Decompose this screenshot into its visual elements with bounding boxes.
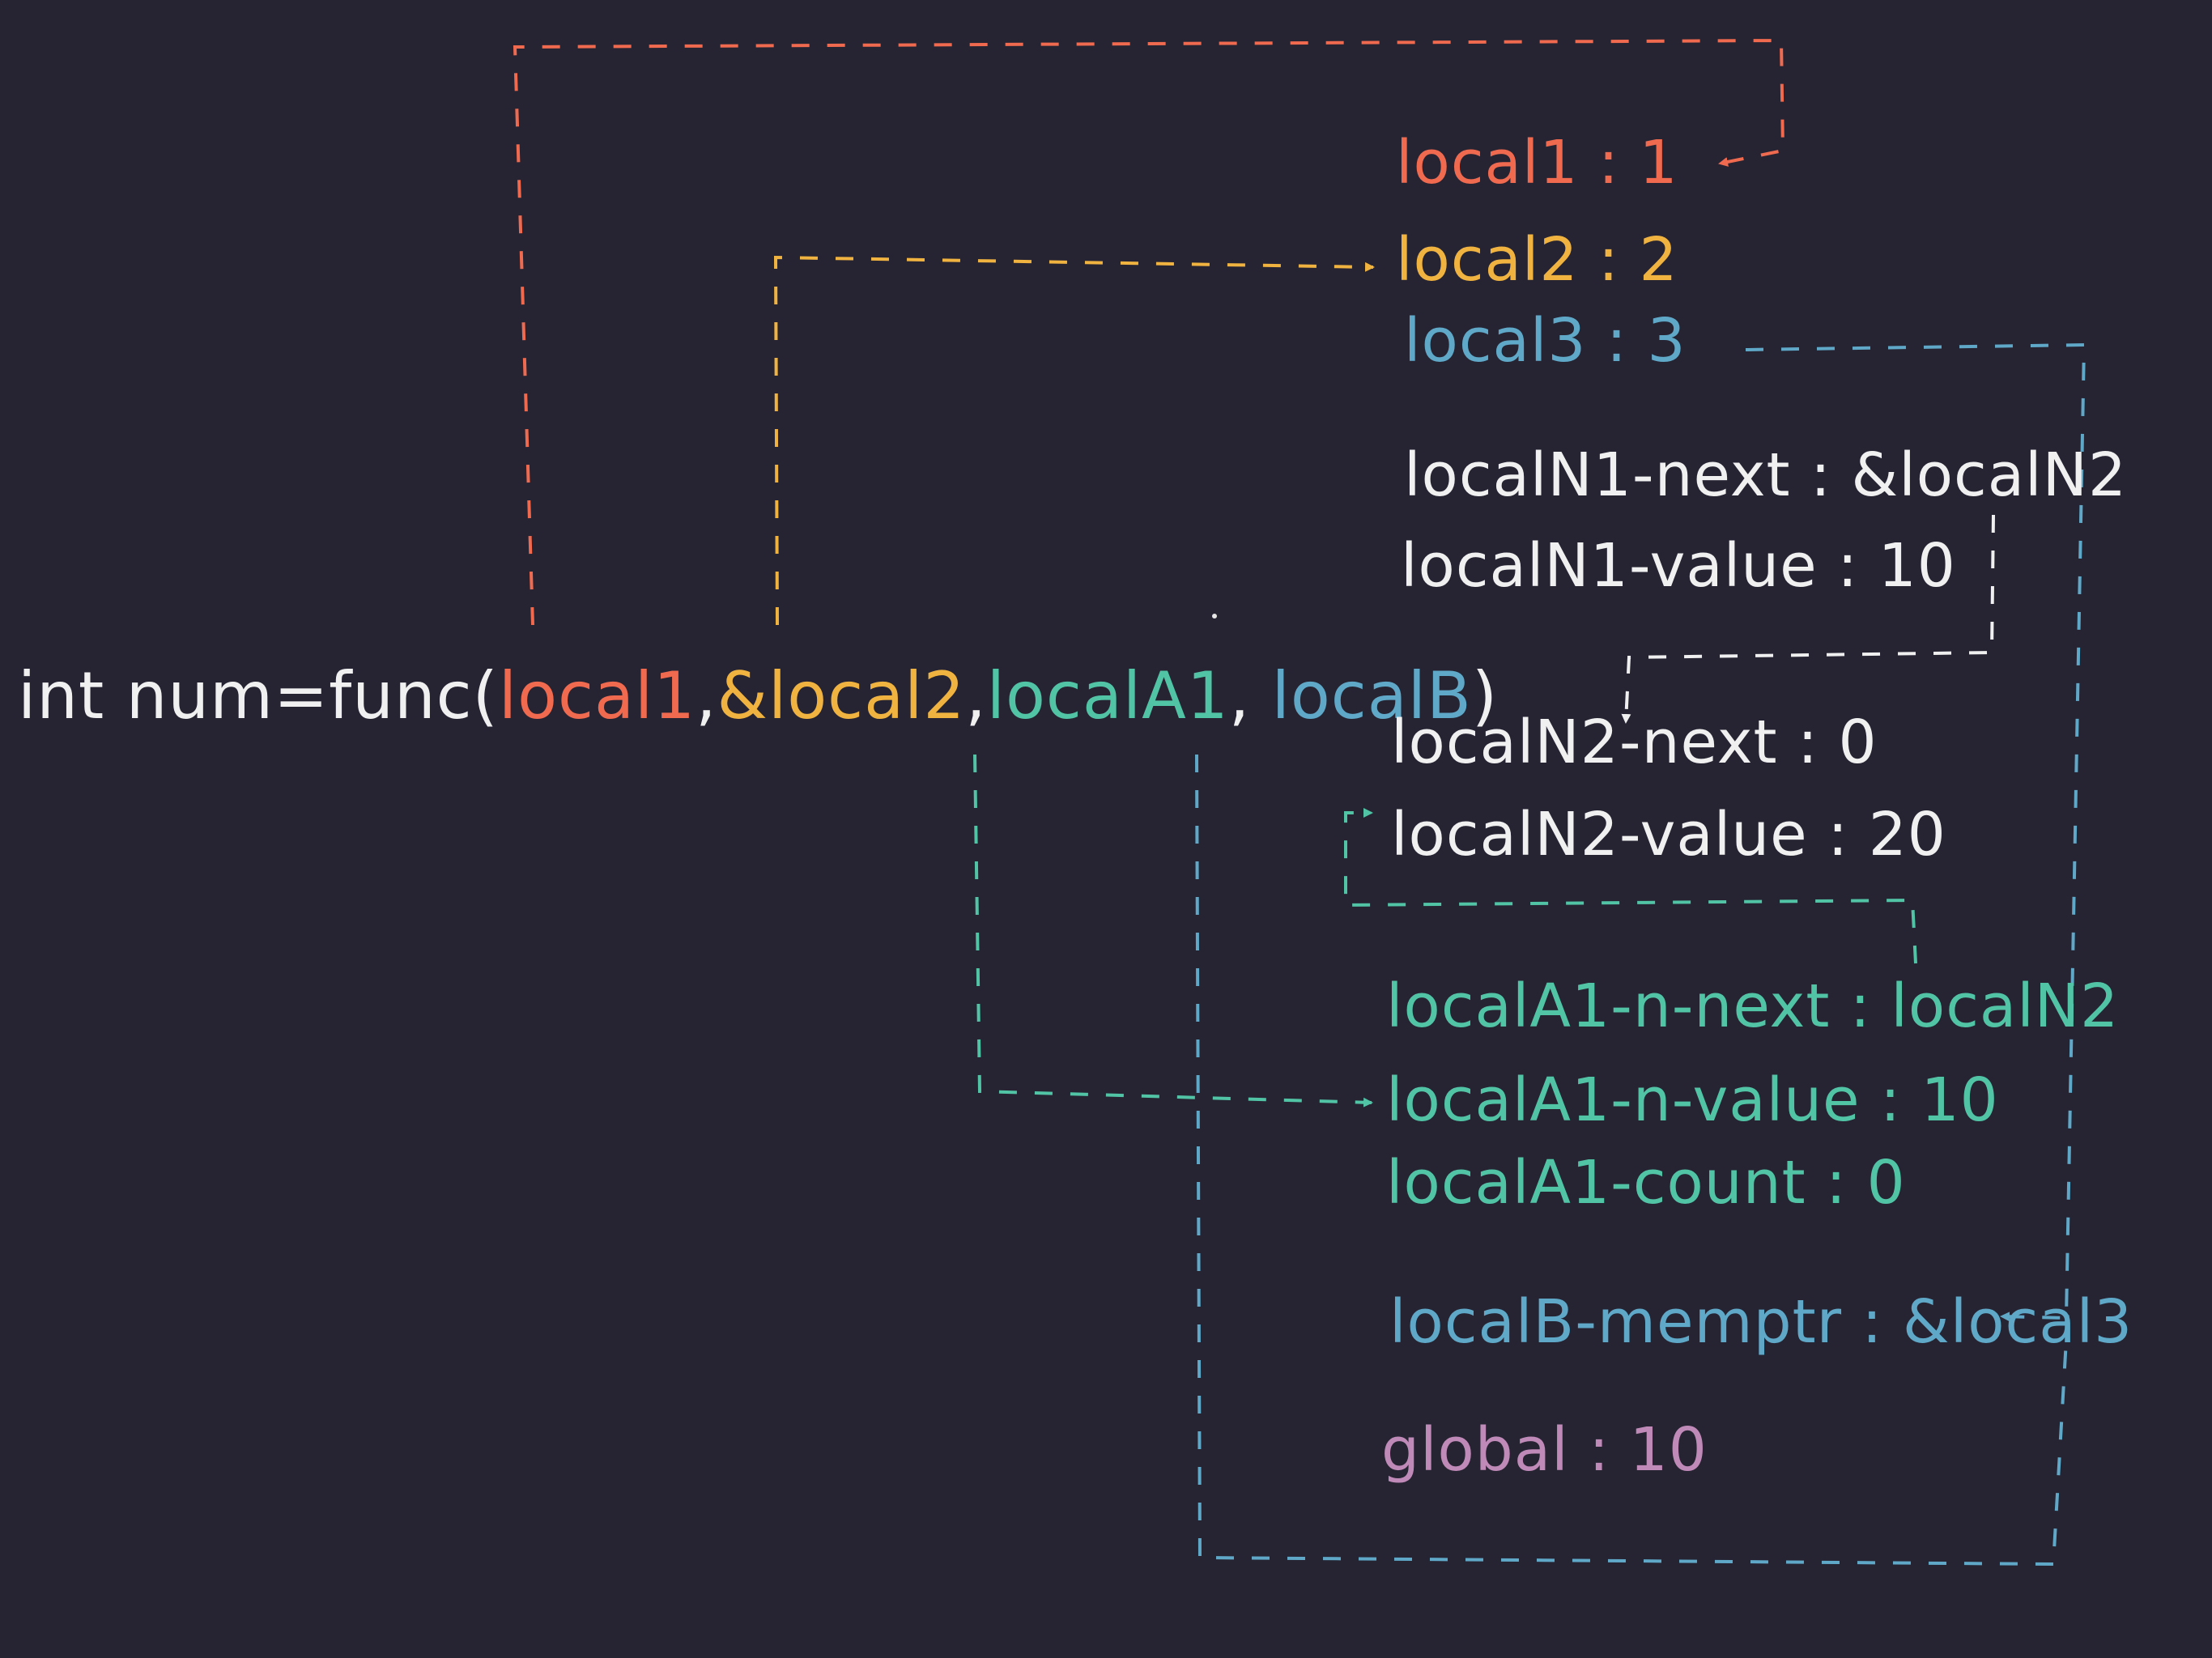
mem-value: 1 <box>1639 128 1678 198</box>
mem-value: 20 <box>1868 800 1946 869</box>
mem-value: 10 <box>1629 1415 1708 1485</box>
mem-value: 0 <box>1838 708 1878 777</box>
mem-name: localA1-count <box>1386 1148 1806 1218</box>
call-arg-local1: local1 <box>498 658 696 733</box>
mem-value: 0 <box>1866 1148 1906 1218</box>
mem-sep: : <box>1790 440 1852 510</box>
arrow-localA1 <box>973 754 1373 1107</box>
mem-sep: : <box>1860 1065 1921 1135</box>
call-arg-localA1: localA1 <box>986 658 1229 733</box>
mem-value: &local3 <box>1903 1287 2133 1357</box>
mem-name: localN1-value <box>1401 531 1818 601</box>
mem-name: local3 <box>1404 306 1587 376</box>
call-sep: , <box>965 658 987 733</box>
mem-localB-memptr: localB-memptr : &local3 <box>1389 1292 2133 1352</box>
mem-local3: local3 : 3 <box>1404 311 1687 371</box>
diagram-canvas: int num=func(local1,&local2,localA1, loc… <box>0 0 2212 1658</box>
mem-localN1-next: localN1-next : &localN2 <box>1404 445 2127 505</box>
call-arg-local2: &local2 <box>717 658 966 733</box>
mem-name: localA1-n-next <box>1386 971 1831 1041</box>
mem-sep: : <box>1842 1287 1903 1357</box>
mem-sep: : <box>1777 708 1839 777</box>
mem-name: local1 <box>1396 128 1579 198</box>
arrow-local2 <box>773 255 1375 626</box>
stray-dot <box>1212 614 1217 619</box>
mem-name: localN1-next <box>1404 440 1791 510</box>
mem-value: 10 <box>1921 1065 1999 1135</box>
mem-localN2-next: localN2-next : 0 <box>1391 712 1878 772</box>
mem-value: 10 <box>1878 531 1956 601</box>
mem-sep: : <box>1817 531 1878 601</box>
mem-localN2-value: localN2-value : 20 <box>1391 805 1946 865</box>
mem-sep: : <box>1568 1415 1630 1485</box>
mem-name: localA1-n-value <box>1386 1065 1861 1135</box>
mem-name: localN2-value <box>1391 800 1808 869</box>
mem-value: 3 <box>1647 306 1687 376</box>
mem-name: localN2-next <box>1391 708 1778 777</box>
mem-localA1-count: localA1-count : 0 <box>1386 1153 1906 1213</box>
mem-sep: : <box>1578 128 1640 198</box>
mem-sep: : <box>1586 306 1648 376</box>
call-sep: , <box>696 658 717 733</box>
mem-name: global <box>1381 1415 1569 1485</box>
mem-localA1-n-next: localA1-n-next : localN2 <box>1386 976 2119 1036</box>
mem-sep: : <box>1830 971 1891 1041</box>
mem-name: localB-memptr <box>1389 1287 1843 1357</box>
mem-value: &localN2 <box>1851 440 2128 510</box>
mem-sep: : <box>1806 1148 1867 1218</box>
mem-global: global : 10 <box>1381 1420 1708 1480</box>
mem-value: localN2 <box>1891 971 2120 1041</box>
mem-name: local2 <box>1396 225 1579 295</box>
mem-localN1-value: localN1-value : 10 <box>1401 536 1956 596</box>
mem-sep: : <box>1578 225 1640 295</box>
mem-local1: local1 : 1 <box>1396 133 1678 193</box>
mem-localA1-n-value: localA1-n-value : 10 <box>1386 1070 1999 1130</box>
call-sep: , <box>1228 658 1272 733</box>
mem-sep: : <box>1807 800 1869 869</box>
mem-local2: local2 : 2 <box>1396 230 1678 290</box>
call-prefix: int num=func( <box>18 658 499 733</box>
function-call: int num=func(local1,&local2,localA1, loc… <box>18 664 1498 729</box>
mem-value: 2 <box>1639 225 1678 295</box>
